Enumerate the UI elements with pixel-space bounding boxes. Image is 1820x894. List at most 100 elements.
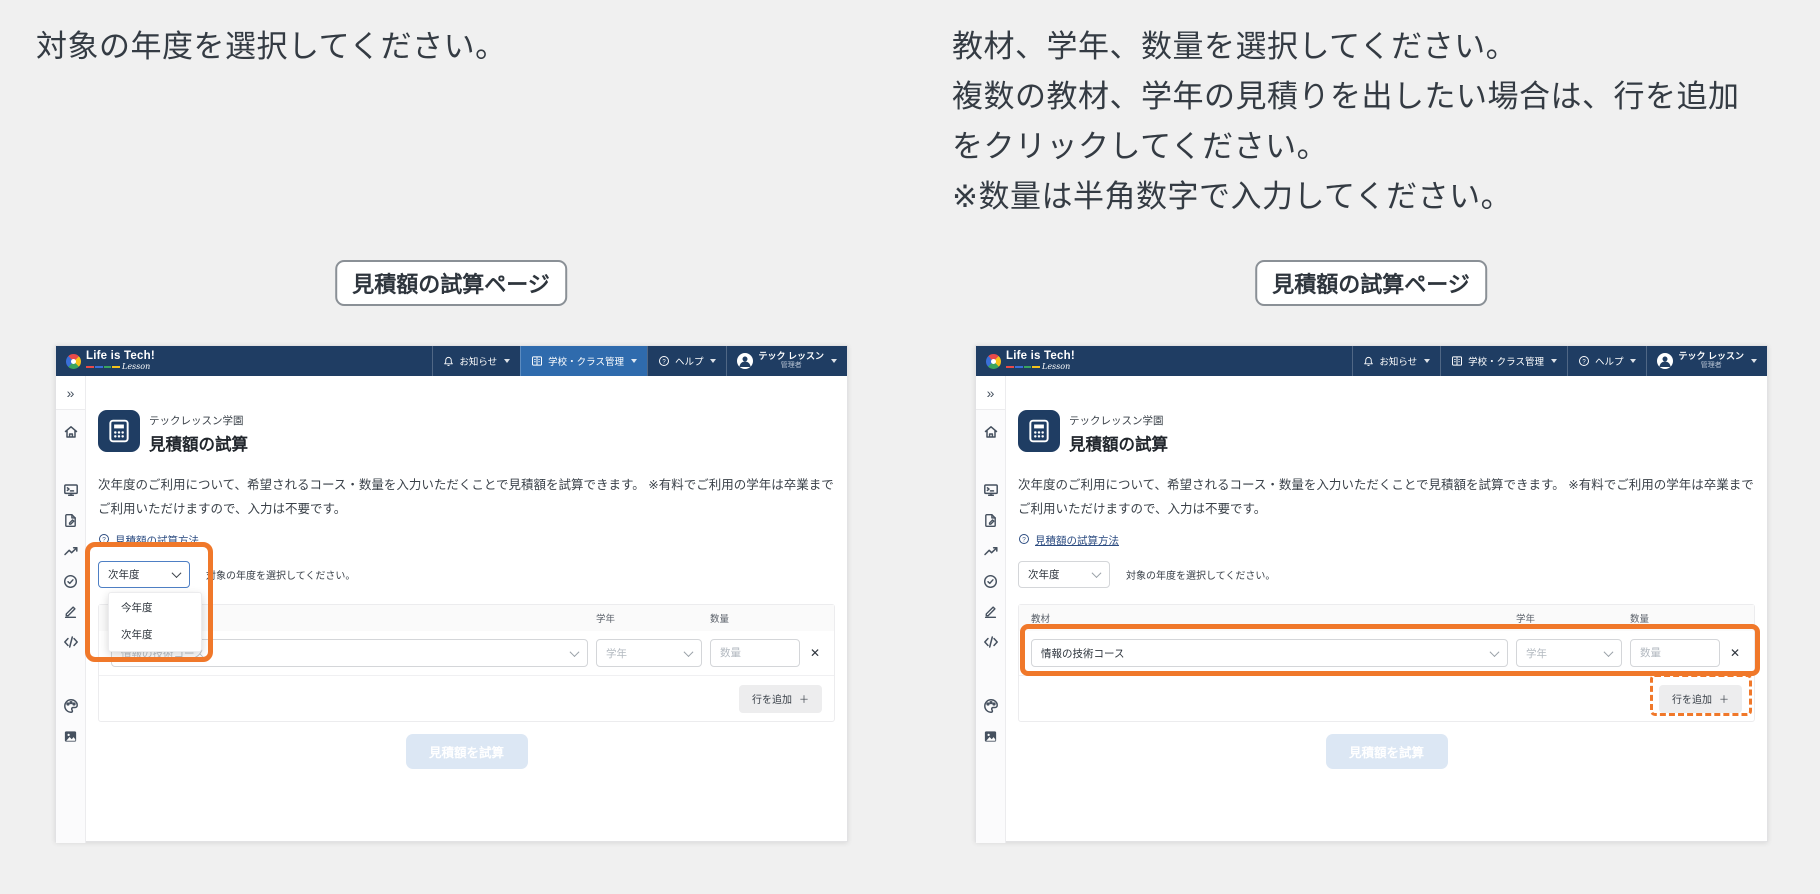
year-select-value: 次年度 (1028, 569, 1060, 581)
year-dropdown-menu: 今年度 次年度 (108, 592, 202, 652)
column-header-quantity: 数量 (710, 614, 730, 625)
grade-select[interactable]: 学年 (596, 639, 702, 667)
nav-help[interactable]: ? ヘルプ (646, 346, 727, 376)
palette-icon[interactable] (63, 698, 79, 714)
school-icon (531, 355, 543, 367)
trending-up-icon[interactable] (63, 543, 79, 559)
year-select[interactable]: 次年度 (98, 561, 190, 588)
instruction-right: 教材、学年、数量を選択してください。 複数の教材、学年の見積りを出したい場合は、… (952, 22, 1744, 222)
home-icon[interactable] (63, 424, 79, 440)
logo-title: Life is Tech! (86, 349, 155, 362)
chevron-down-icon (1630, 359, 1637, 363)
calculator-icon (1018, 410, 1060, 452)
chevron-down-icon (1550, 359, 1557, 363)
help-icon: ? (1578, 355, 1590, 367)
chevron-down-icon (171, 568, 182, 579)
code-icon[interactable] (983, 634, 999, 650)
user-role: 管理者 (780, 362, 802, 370)
help-circle-icon: ? (1018, 533, 1030, 548)
app-sidebar: » (976, 376, 1006, 843)
quantity-input[interactable] (710, 639, 800, 667)
year-option-next[interactable]: 次年度 (109, 622, 201, 649)
monitor-terminal-icon[interactable] (63, 482, 79, 498)
add-row-button[interactable]: 行を追加 ＋ (1659, 684, 1742, 713)
monitor-terminal-icon[interactable] (983, 482, 999, 498)
code-icon[interactable] (63, 634, 79, 650)
logo-color-line (1006, 366, 1040, 369)
home-icon[interactable] (983, 424, 999, 440)
chevron-down-icon (1489, 646, 1500, 657)
file-edit-icon[interactable] (63, 513, 78, 528)
material-select-value: 情報の技術コース (1041, 647, 1125, 660)
pencil-line-icon[interactable] (983, 604, 998, 619)
instruction-right-line2: 複数の教材、学年の見積りを出したい場合は、行を追加をクリックしてください。 (952, 79, 1740, 164)
check-circle-icon[interactable] (983, 574, 998, 589)
page-title: 見積額の試算 (1069, 436, 1168, 454)
nav-school-management-label: 学校・クラス管理 (1468, 357, 1544, 368)
column-header-material: 教材 (1031, 614, 1051, 625)
quantity-input[interactable] (1630, 639, 1720, 667)
app-navbar: Life is Tech! Lesson お知らせ 学校・クラス管理 ? ヘルプ… (976, 346, 1767, 376)
calculate-estimate-button[interactable]: 見積額を試算 (405, 734, 528, 769)
plus-icon: ＋ (1719, 695, 1729, 706)
nav-school-management[interactable]: 学校・クラス管理 (1440, 346, 1567, 376)
instruction-right-line1: 教材、学年、数量を選択してください。 (952, 29, 1518, 64)
sidebar-collapse-button[interactable]: » (56, 376, 85, 410)
column-header-quantity: 数量 (1630, 614, 1650, 625)
organization-name: テックレッスン学園 (149, 415, 244, 427)
instruction-right-line3: ※数量は半角数字で入力してください。 (952, 179, 1513, 214)
remove-row-icon[interactable]: ✕ (808, 646, 822, 660)
table-row: 情報の技術コース 学年 ✕ (99, 631, 834, 675)
year-caption: 対象の年度を選択してください。 (1126, 571, 1276, 582)
nav-school-management-label: 学校・クラス管理 (548, 357, 624, 368)
instruction-left: 対象の年度を選択してください。 (36, 29, 507, 64)
calculate-estimate-button[interactable]: 見積額を試算 (1325, 734, 1448, 769)
image-icon[interactable] (983, 729, 998, 744)
nav-notifications[interactable]: お知らせ (1352, 346, 1440, 376)
logo-lesson-label: Lesson (122, 362, 151, 372)
calculator-icon (98, 410, 140, 452)
chevron-down-icon (1091, 568, 1102, 579)
palette-icon[interactable] (983, 698, 999, 714)
page-description: 次年度のご利用について、希望されるコース・数量を入力いただくことで見積額を試算で… (1018, 478, 1754, 516)
check-circle-icon[interactable] (63, 574, 78, 589)
column-header-grade: 学年 (1516, 614, 1536, 625)
estimate-table: 教材 学年 数量 情報の技術コース 学年 ✕ (98, 604, 835, 722)
nav-user-menu[interactable]: テック レッスン 管理者 (726, 346, 847, 376)
chevron-down-icon (1424, 359, 1431, 363)
chevron-down-icon (683, 646, 694, 657)
file-edit-icon[interactable] (983, 513, 998, 528)
app-logo[interactable]: Life is Tech! Lesson (986, 346, 1075, 376)
material-select[interactable]: 情報の技術コース (1031, 639, 1508, 667)
chevron-down-icon (1751, 359, 1757, 363)
school-icon (1451, 355, 1463, 367)
image-icon[interactable] (63, 729, 78, 744)
pencil-line-icon[interactable] (63, 604, 78, 619)
nav-notifications-label: お知らせ (1379, 357, 1418, 368)
nav-help[interactable]: ? ヘルプ (1566, 346, 1647, 376)
estimate-method-link[interactable]: 見積額の試算方法 (1035, 533, 1119, 548)
plus-icon: ＋ (799, 695, 809, 706)
nav-user-menu[interactable]: テック レッスン 管理者 (1646, 346, 1767, 376)
help-circle-icon: ? (98, 533, 110, 548)
app-logo[interactable]: Life is Tech! Lesson (66, 346, 155, 376)
organization-name: テックレッスン学園 (1069, 415, 1164, 427)
nav-notifications-label: お知らせ (459, 357, 498, 368)
user-role: 管理者 (1700, 362, 1722, 370)
add-row-button[interactable]: 行を追加 ＋ (739, 684, 822, 713)
nav-help-label: ヘルプ (674, 357, 704, 368)
sidebar-collapse-button[interactable]: » (976, 376, 1005, 410)
trending-up-icon[interactable] (983, 543, 999, 559)
grade-select[interactable]: 学年 (1516, 639, 1622, 667)
nav-notifications[interactable]: お知らせ (432, 346, 520, 376)
table-row: 情報の技術コース 学年 ✕ (1019, 631, 1754, 675)
remove-row-icon[interactable]: ✕ (1728, 646, 1742, 660)
help-icon: ? (658, 355, 670, 367)
estimate-table: 教材 学年 数量 情報の技術コース 学年 ✕ (1018, 604, 1755, 722)
estimate-method-link[interactable]: 見積額の試算方法 (115, 533, 199, 548)
year-option-current[interactable]: 今年度 (109, 595, 201, 622)
nav-school-management[interactable]: 学校・クラス管理 (520, 346, 647, 376)
year-select[interactable]: 次年度 (1018, 561, 1110, 588)
add-row-label: 行を追加 (752, 695, 792, 706)
chevron-down-icon (504, 359, 511, 363)
